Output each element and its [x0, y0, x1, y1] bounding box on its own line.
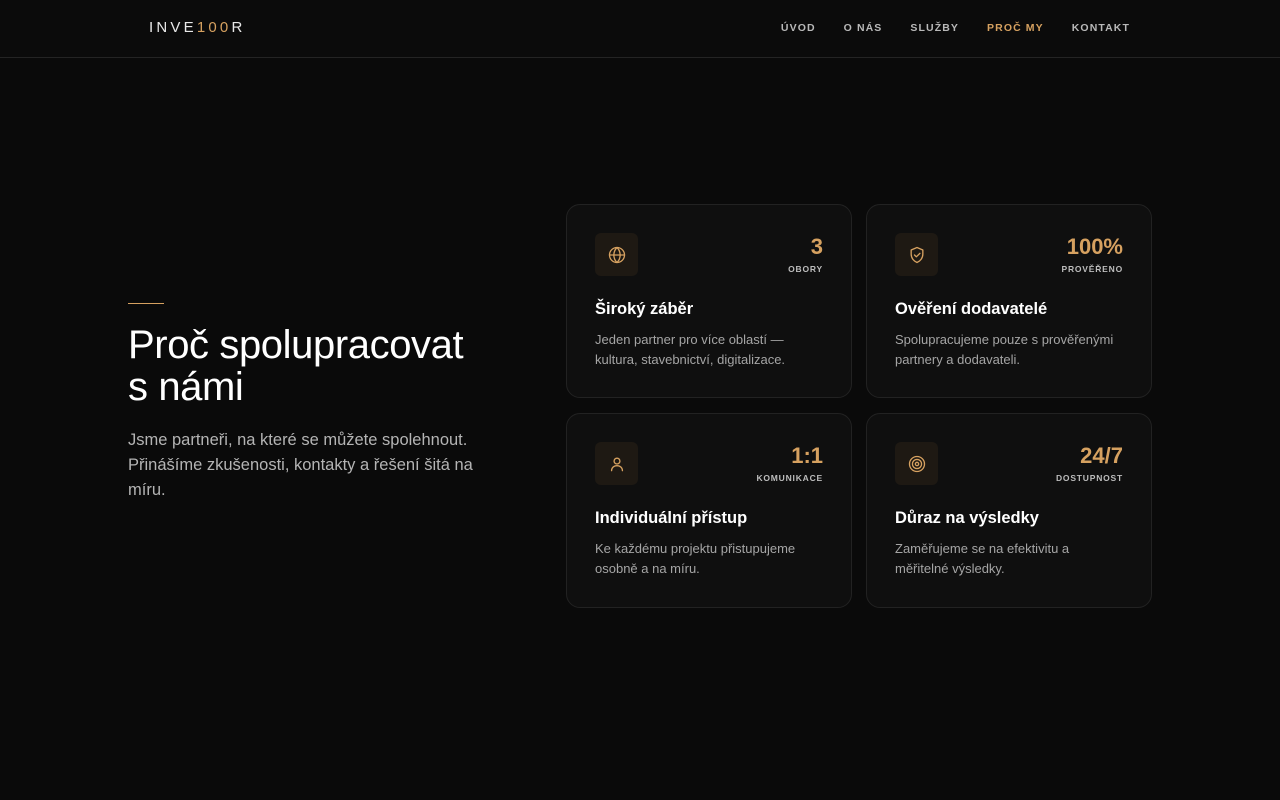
stat-value: 24/7 — [1080, 443, 1123, 468]
accent-divider — [128, 303, 164, 304]
hero-section: Proč spolupracovat s námi Jsme partneři,… — [128, 303, 528, 503]
card-description: Spolupracujeme pouze s prověřenými partn… — [895, 332, 1114, 367]
title-line-1: Proč spolupracovat — [128, 323, 464, 367]
card-description: Ke každému projektu přistupujeme osobně … — [595, 541, 796, 576]
shield-check-icon — [895, 233, 938, 276]
stat-label: KOMUNIKACE — [756, 473, 823, 483]
stat-label: PROVĚŘENO — [1061, 264, 1123, 274]
nav-item-uvod[interactable]: ÚVOD — [781, 22, 816, 34]
logo-prefix: INVE — [149, 19, 197, 36]
globe-icon — [595, 233, 638, 276]
feature-card: 24/7 DOSTUPNOST Důraz na výsledky Zaměřu… — [866, 413, 1152, 608]
nav-item-o-nas[interactable]: O NÁS — [844, 22, 883, 34]
logo[interactable]: INVE100R — [149, 19, 246, 36]
stat-label: DOSTUPNOST — [1055, 473, 1123, 483]
main-nav: ÚVOD O NÁS SLUŽBY PROČ MY KONTAKT — [781, 22, 1130, 34]
card-title: Důraz na výsledky — [895, 509, 1039, 527]
feature-cards: 3 OBORY Široký záběr Jeden partner pro v… — [566, 204, 1152, 608]
stat-value: 100% — [1066, 234, 1123, 259]
feature-card: 3 OBORY Široký záběr Jeden partner pro v… — [566, 204, 852, 398]
nav-item-kontakt[interactable]: KONTAKT — [1072, 22, 1130, 34]
stat-value: 3 — [810, 234, 823, 259]
title-line-2: s námi — [128, 365, 244, 409]
card-title: Široký záběr — [595, 300, 694, 318]
stat-value: 1:1 — [791, 443, 823, 468]
stat: 100% PROVĚŘENO — [1061, 234, 1123, 275]
nav-item-proc-my[interactable]: PROČ MY — [987, 22, 1044, 34]
logo-accent: 100 — [196, 19, 232, 36]
target-icon — [895, 442, 938, 485]
user-icon — [595, 442, 638, 485]
card-title: Individuální přístup — [595, 509, 748, 527]
stat: 24/7 DOSTUPNOST — [1055, 443, 1123, 484]
nav-item-sluzby[interactable]: SLUŽBY — [910, 22, 959, 34]
feature-card: 1:1 KOMUNIKACE Individuální přístup Ke k… — [566, 413, 852, 608]
stat-label: OBORY — [788, 264, 823, 274]
navbar: INVE100R ÚVOD O NÁS SLUŽBY PROČ MY KONTA… — [0, 0, 1280, 58]
card-title: Ověření dodavatelé — [895, 300, 1048, 318]
feature-card: 100% PROVĚŘENO Ověření dodavatelé Spolup… — [866, 204, 1152, 398]
hero-description: Jsme partneři, na které se můžete spoleh… — [128, 431, 473, 499]
card-description: Jeden partner pro více oblastí — kultura… — [595, 332, 786, 367]
card-description: Zaměřujeme se na efektivitu a měřitelné … — [895, 541, 1070, 576]
stat: 3 OBORY — [788, 234, 823, 275]
stat: 1:1 KOMUNIKACE — [756, 443, 823, 484]
logo-suffix: R — [231, 19, 246, 36]
page-title: Proč spolupracovat s námi — [128, 324, 528, 408]
